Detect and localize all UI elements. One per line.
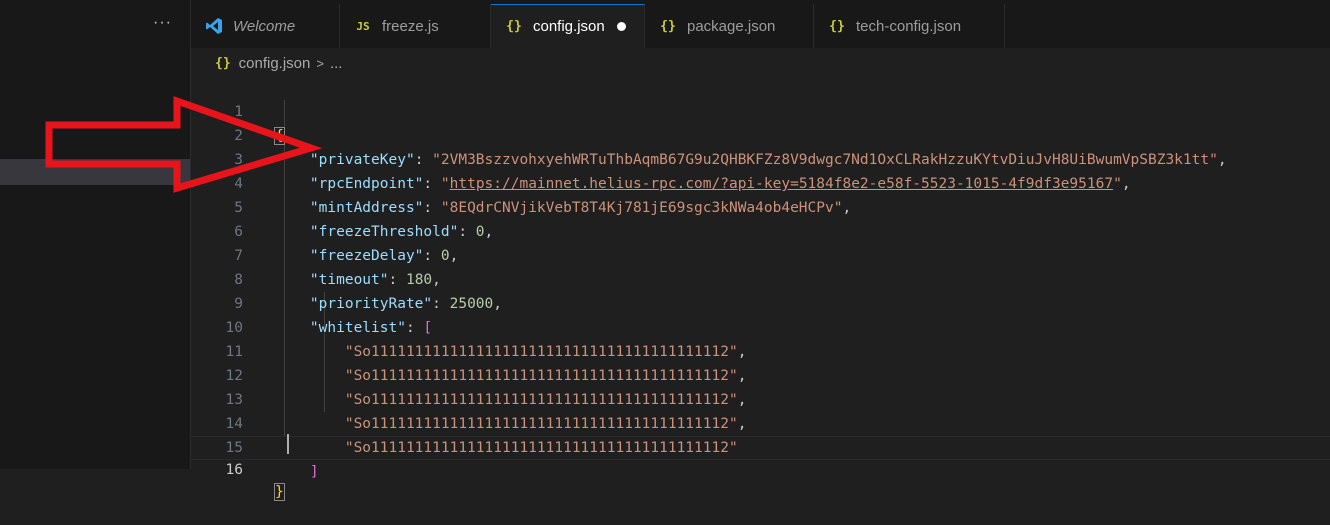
code-line: 13 "So1111111111111111111111111111111111… <box>191 364 1330 432</box>
tab-package-json[interactable]: {} package.json <box>645 4 814 48</box>
tab-label: config.json <box>533 18 605 35</box>
code-line: 7 "timeout": 180, <box>191 220 1330 288</box>
text-cursor <box>287 434 289 454</box>
red-arrow-annotation-icon <box>45 96 323 193</box>
code-line: 15 ] <box>191 412 1330 480</box>
code-line: 9 "whitelist": [ <box>191 268 1330 336</box>
tab-tech-config-json[interactable]: {} tech-config.json <box>814 4 1005 48</box>
json-bracket: ] <box>309 464 319 480</box>
line-number: 16 <box>225 462 243 478</box>
json-file-icon: {} <box>506 19 522 34</box>
code-line: 10 "So1111111111111111111111111111111111… <box>191 292 1330 360</box>
tab-config-json[interactable]: {} config.json <box>491 4 645 48</box>
json-file-icon: {} <box>660 18 676 34</box>
json-brace: } <box>274 483 285 501</box>
code-line: 12 "So1111111111111111111111111111111111… <box>191 340 1330 408</box>
tab-label: tech-config.json <box>856 17 962 35</box>
tab-label: package.json <box>687 17 776 35</box>
code-line: 8 "priorityRate": 25000, <box>191 244 1330 312</box>
unsaved-changes-dot-icon[interactable] <box>616 22 626 31</box>
current-code-line: 16 } <box>191 436 1330 501</box>
code-line: 14 "So1111111111111111111111111111111111… <box>191 388 1330 456</box>
json-file-icon: {} <box>829 18 845 34</box>
code-line: 11 "So1111111111111111111111111111111111… <box>191 316 1330 384</box>
